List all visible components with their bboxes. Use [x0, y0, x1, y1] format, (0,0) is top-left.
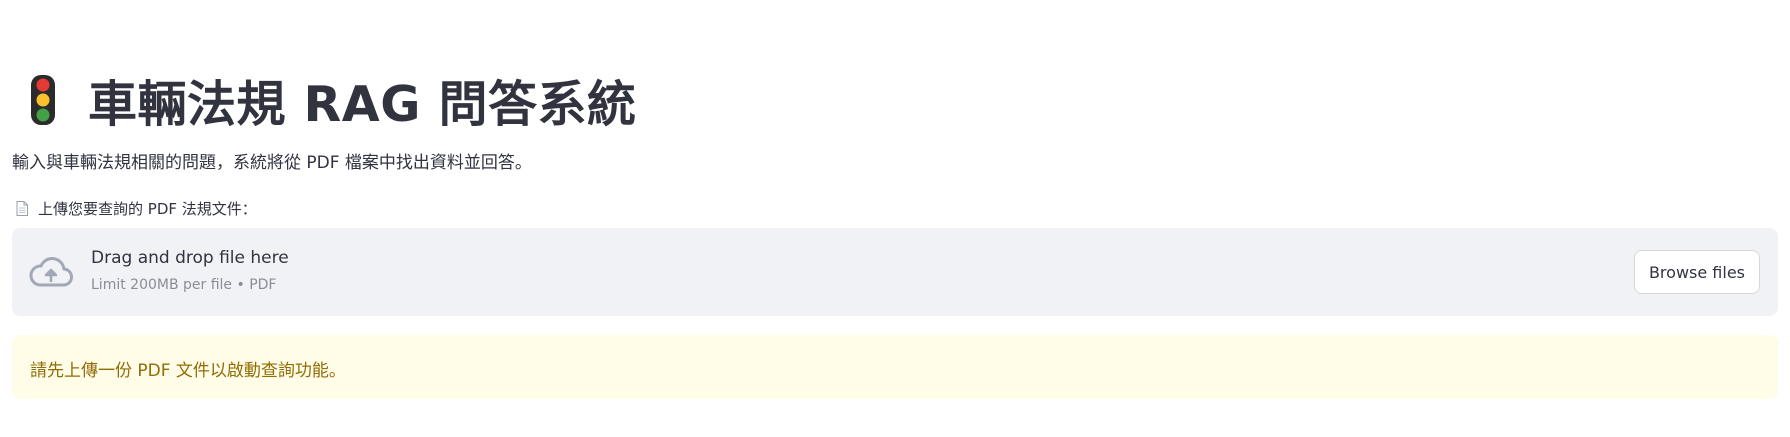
- page-header: 車輛法規 RAG 問答系統: [30, 70, 637, 133]
- cloud-upload-icon: [29, 257, 73, 287]
- warning-text: 請先上傳一份 PDF 文件以啟動查詢功能。: [30, 361, 346, 381]
- dropzone-instructions: Drag and drop file here Limit 200MB per …: [91, 248, 289, 293]
- dropzone-limit: Limit 200MB per file • PDF: [91, 277, 277, 293]
- traffic-light-icon: [31, 75, 55, 125]
- file-dropzone[interactable]: Drag and drop file here Limit 200MB per …: [12, 228, 1778, 316]
- file-uploader-label-text: 上傳您要查詢的 PDF 法規文件：: [38, 200, 257, 218]
- document-icon: [16, 201, 28, 216]
- dropzone-title: Drag and drop file here: [91, 248, 289, 268]
- warning-alert: 請先上傳一份 PDF 文件以啟動查詢功能。: [12, 335, 1778, 399]
- page-title: 車輛法規 RAG 問答系統: [88, 75, 637, 133]
- page-description: 輸入與車輛法規相關的問題，系統將從 PDF 檔案中找出資料並回答。: [12, 153, 532, 173]
- file-uploader-label: 上傳您要查詢的 PDF 法規文件：: [16, 198, 257, 219]
- browse-files-button[interactable]: Browse files: [1633, 250, 1760, 294]
